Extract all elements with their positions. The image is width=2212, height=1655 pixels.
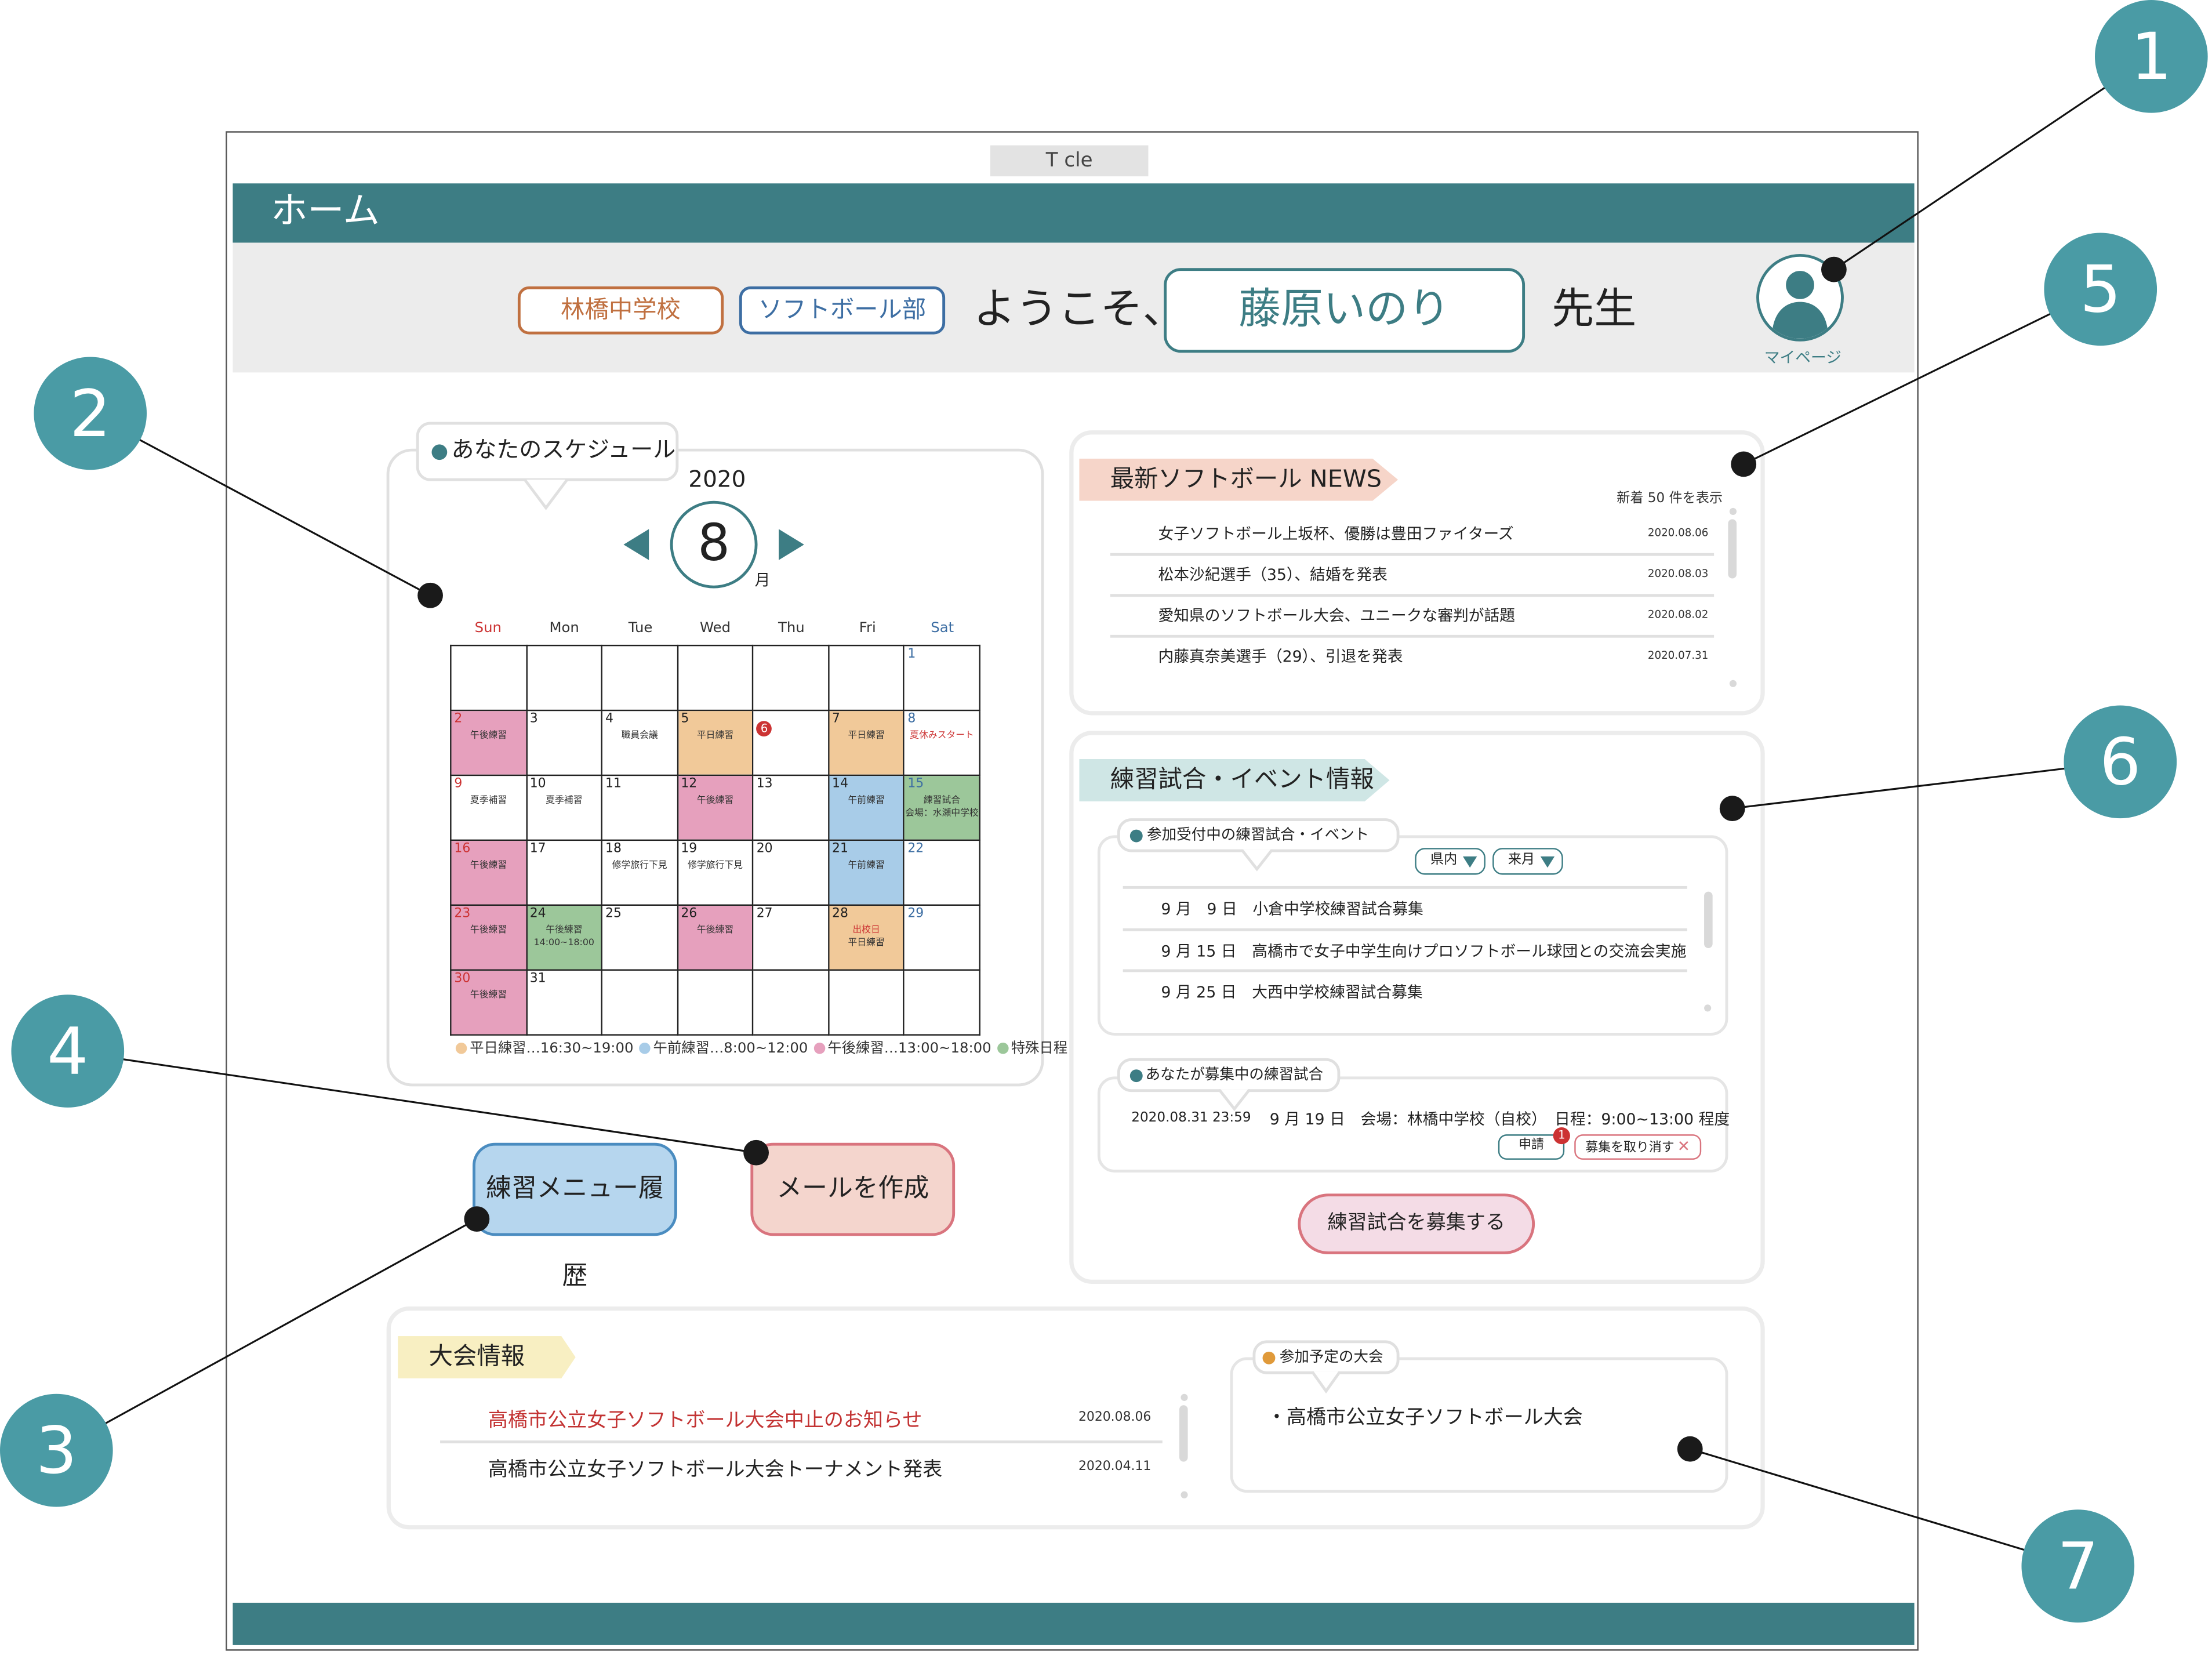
callout-3: 3 (0, 1393, 113, 1507)
callout-pin-icon (1719, 796, 1745, 822)
callout-pin-icon (743, 1139, 769, 1166)
callout-pin-icon (417, 582, 443, 608)
callout-pin-icon (1677, 1436, 1703, 1462)
callout-4: 4 (11, 995, 125, 1108)
callout-6: 6 (2064, 705, 2177, 819)
callout-1: 1 (2095, 0, 2208, 113)
callout-leader-lines (56, 56, 2152, 1567)
callout-pin-icon (1731, 451, 1757, 477)
callout-2: 2 (34, 357, 147, 470)
callout-5: 5 (2044, 233, 2157, 346)
callout-pin-icon (1821, 256, 1847, 282)
callout-pin-icon (464, 1206, 490, 1232)
callout-7: 7 (2021, 1509, 2135, 1623)
